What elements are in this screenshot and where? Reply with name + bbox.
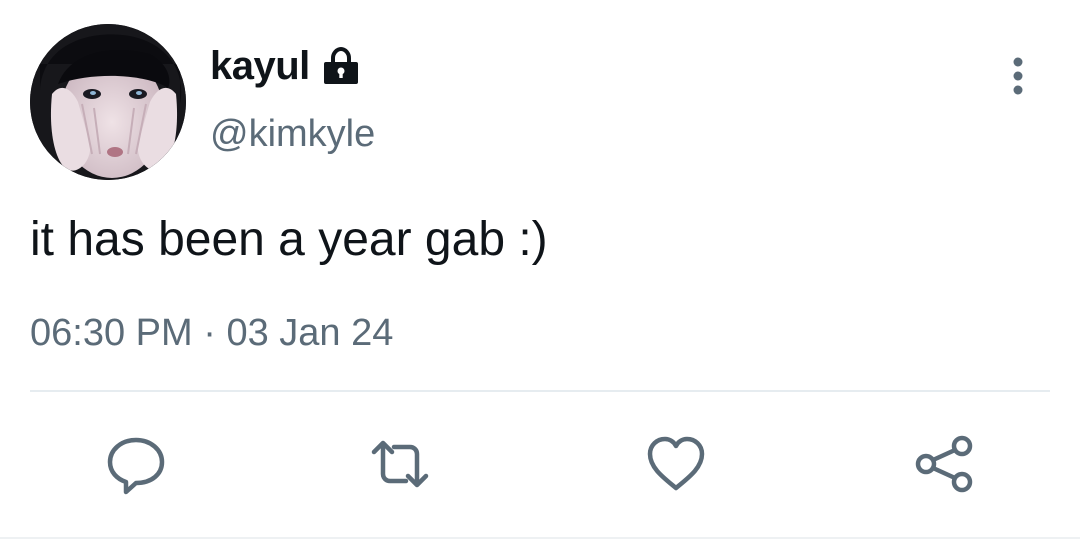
tweet-time: 06:30 PM xyxy=(30,312,193,354)
comment-icon xyxy=(107,437,165,495)
lock-icon xyxy=(320,45,362,87)
tweet-date: 03 Jan 24 xyxy=(226,312,394,354)
display-name[interactable]: kayul xyxy=(210,42,362,90)
share-icon xyxy=(915,435,973,493)
avatar[interactable] xyxy=(30,24,186,180)
share-button[interactable] xyxy=(912,432,976,496)
user-handle[interactable]: @kimkyle xyxy=(210,112,375,156)
more-vertical-icon xyxy=(1013,57,1023,95)
tweet-card: kayul @kimkyle it has been a year gab :)… xyxy=(0,0,1080,555)
reply-button[interactable] xyxy=(104,432,168,496)
bottom-border xyxy=(0,537,1080,539)
tweet-timestamp[interactable]: 06:30 PM · 03 Jan 24 xyxy=(30,310,393,356)
like-button[interactable] xyxy=(644,432,708,496)
more-options-button[interactable] xyxy=(996,52,1040,100)
meta-separator: · xyxy=(203,312,216,354)
tweet-text: it has been a year gab :) xyxy=(30,213,548,266)
retweet-button[interactable] xyxy=(368,432,432,496)
retweet-icon xyxy=(371,440,429,488)
display-name-text: kayul xyxy=(210,44,310,88)
heart-icon xyxy=(647,436,705,491)
divider xyxy=(30,390,1050,392)
avatar-image xyxy=(30,24,186,180)
